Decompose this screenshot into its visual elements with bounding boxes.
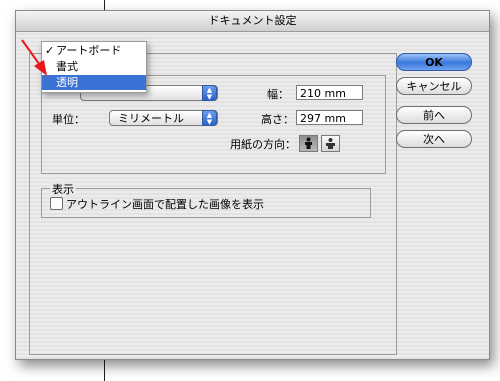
portrait-orientation-button[interactable] xyxy=(299,135,318,152)
screenshot-page: ドキュメント設定 ▲ ▼ 単位： ミリメートル ▲ ▼ 幅： 210 mm 高さ： … xyxy=(0,0,500,381)
section-popup-menu: ✓ アートボード 書式 透明 xyxy=(41,41,147,93)
popup-arrows-icon: ▲ ▼ xyxy=(202,85,217,101)
units-value: ミリメートル xyxy=(118,112,184,125)
menu-item-label: 透明 xyxy=(56,76,78,89)
menu-item-label: アートボード xyxy=(56,44,122,57)
ok-button[interactable]: OK xyxy=(396,53,472,71)
width-field[interactable]: 210 mm xyxy=(296,85,363,100)
display-legend: 表示 xyxy=(50,181,76,197)
height-field[interactable]: 297 mm xyxy=(296,110,363,125)
popup-arrows-icon: ▲ ▼ xyxy=(202,110,217,126)
display-group: 表示 アウトライン画面で配置した画像を表示 xyxy=(41,181,371,218)
landscape-orientation-icon xyxy=(326,138,335,149)
width-label: 幅： xyxy=(267,88,289,101)
dialog-title: ドキュメント設定 xyxy=(16,11,489,32)
red-arrow-icon xyxy=(21,39,47,76)
menu-item-type[interactable]: 書式 xyxy=(42,59,146,74)
next-button[interactable]: 次へ xyxy=(396,130,472,148)
menu-item-label: 書式 xyxy=(56,60,78,73)
outline-images-label: アウトライン画面で配置した画像を表示 xyxy=(66,198,264,211)
menu-item-transparency[interactable]: 透明 xyxy=(42,75,146,90)
document-edge-line-bottom xyxy=(104,358,105,381)
outline-images-checkbox[interactable] xyxy=(50,197,63,210)
orientation-label: 用紙の方向： xyxy=(230,138,296,151)
portrait-orientation-icon xyxy=(305,137,312,149)
height-label: 高さ： xyxy=(261,113,294,126)
units-label: 単位： xyxy=(52,113,85,126)
menu-item-artboard[interactable]: ✓ アートボード xyxy=(42,43,146,58)
prev-button[interactable]: 前へ xyxy=(396,106,472,124)
landscape-orientation-button[interactable] xyxy=(321,135,340,152)
units-popup[interactable]: ミリメートル ▲ ▼ xyxy=(109,110,218,126)
cancel-button[interactable]: キャンセル xyxy=(396,77,472,95)
